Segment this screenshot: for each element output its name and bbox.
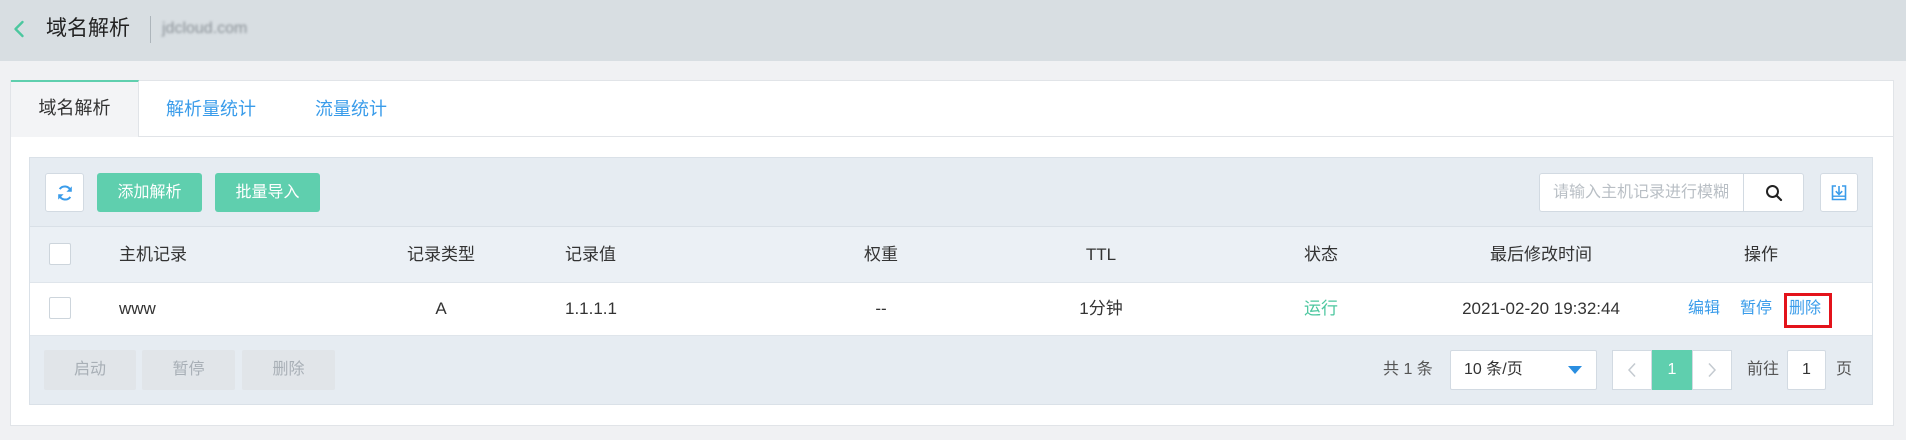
chevron-left-icon xyxy=(14,20,24,38)
tab-traffic-stats[interactable]: 流量统计 xyxy=(287,81,415,137)
records-panel: 添加解析 批量导入 主机记录 记录类型 记录值 权重 TTL 状态 xyxy=(29,157,1873,405)
select-all-checkbox[interactable] xyxy=(49,243,71,265)
column-header: 状态 xyxy=(1304,245,1338,264)
back-button[interactable] xyxy=(8,18,30,40)
prev-page-button[interactable] xyxy=(1612,350,1652,390)
column-header: 操作 xyxy=(1744,245,1778,264)
column-header: 记录值 xyxy=(565,245,616,264)
search-icon xyxy=(1765,184,1782,201)
highlight-box xyxy=(1784,293,1832,328)
table-header: 主机记录 记录类型 记录值 权重 TTL 状态 最后修改时间 操作 xyxy=(30,226,1872,282)
title-divider xyxy=(150,16,151,43)
top-bar: 域名解析 jdcloud.com xyxy=(0,0,1906,61)
caret-down-icon xyxy=(1568,366,1582,374)
search-input[interactable] xyxy=(1539,173,1743,212)
chevron-left-icon xyxy=(1627,362,1636,378)
total-count: 共 1 条 xyxy=(1383,361,1433,378)
dns-card: 域名解析 解析量统计 流量统计 添加解析 批量导入 请输入主机记录进行模糊 主机… xyxy=(10,80,1894,426)
table-footer: 启动 暂停 删除 共 1 条 10 条/页 1 前往 1 页 xyxy=(30,335,1872,404)
column-header: 主机记录 xyxy=(119,245,187,264)
record-type: A xyxy=(435,299,447,318)
tab-query-stats[interactable]: 解析量统计 xyxy=(147,81,275,137)
record-value: 1.1.1.1 xyxy=(565,299,617,318)
batch-pause-button[interactable]: 暂停 xyxy=(142,350,235,390)
page-number-current[interactable]: 1 xyxy=(1652,350,1692,390)
search-button[interactable] xyxy=(1743,173,1804,212)
last-modified-time: 2021-02-20 19:32:44 xyxy=(1462,299,1620,318)
goto-label: 前往 xyxy=(1747,361,1780,378)
column-header: 记录类型 xyxy=(407,245,475,264)
batch-start-button[interactable]: 启动 xyxy=(44,350,136,390)
refresh-icon xyxy=(57,184,72,201)
batch-delete-button[interactable]: 删除 xyxy=(242,350,335,390)
goto-page-input[interactable] xyxy=(1787,350,1826,390)
add-record-button[interactable]: 添加解析 xyxy=(97,173,202,212)
refresh-button[interactable] xyxy=(45,173,84,212)
domain-name: jdcloud.com xyxy=(162,20,248,37)
status-badge: 运行 xyxy=(1304,299,1338,318)
column-header: TTL xyxy=(1085,245,1117,264)
export-button[interactable] xyxy=(1820,173,1858,212)
tab-dns-records[interactable]: 域名解析 xyxy=(11,80,139,137)
host-record: www xyxy=(119,299,156,318)
page-title: 域名解析 xyxy=(46,17,130,40)
pause-link[interactable]: 暂停 xyxy=(1740,283,1772,335)
page-size-select[interactable]: 10 条/页 xyxy=(1450,350,1597,390)
row-checkbox[interactable] xyxy=(49,297,71,319)
chevron-right-icon xyxy=(1708,362,1717,378)
column-header: 权重 xyxy=(864,245,898,264)
edit-link[interactable]: 编辑 xyxy=(1688,283,1720,335)
tab-bar: 域名解析 解析量统计 流量统计 xyxy=(11,80,1893,137)
page-size-value: 10 条/页 xyxy=(1464,361,1523,378)
download-icon xyxy=(1831,184,1847,200)
goto-suffix: 页 xyxy=(1836,361,1853,378)
column-header: 最后修改时间 xyxy=(1490,245,1592,264)
batch-import-button[interactable]: 批量导入 xyxy=(215,173,320,212)
record-ttl: 1分钟 xyxy=(1079,299,1123,318)
record-weight: -- xyxy=(875,299,887,318)
table-row: www A 1.1.1.1 -- 1分钟 运行 2021-02-20 19:32… xyxy=(30,282,1872,335)
next-page-button[interactable] xyxy=(1692,350,1732,390)
